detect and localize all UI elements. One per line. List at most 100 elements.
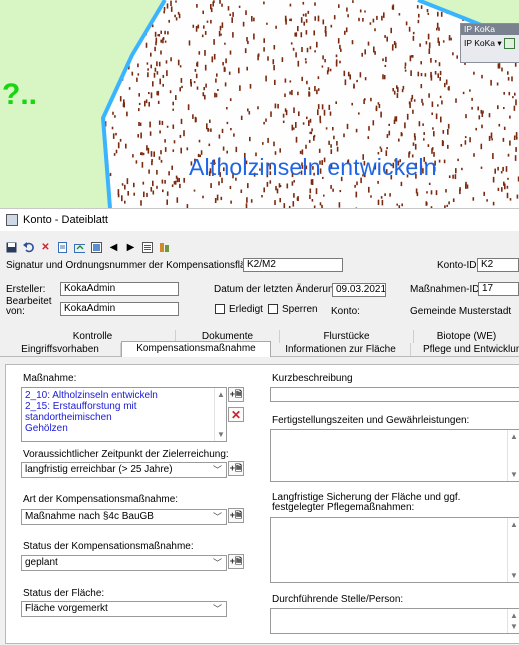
list-item[interactable]: Gehölzen [25, 423, 212, 434]
hatch-mark [390, 28, 392, 33]
scroll-down-icon[interactable]: ▼ [510, 571, 518, 580]
hatch-mark [469, 89, 471, 91]
layer-select[interactable]: IP KoKa ▾ [464, 38, 519, 49]
hatch-mark [401, 182, 403, 186]
undo-icon[interactable] [23, 242, 34, 253]
map-view[interactable]: ?.. Altholzinseln entwickeln IP KoKa IP … [0, 0, 519, 208]
hatch-mark [238, 68, 240, 74]
konto-id-input[interactable]: K2 [477, 258, 519, 272]
fertig-textarea[interactable]: ▲▼ [270, 429, 519, 482]
map-partial-label: ?.. [2, 78, 37, 112]
hatch-mark [363, 99, 365, 104]
ersteller-input[interactable]: KokaAdmin [60, 282, 179, 296]
massnahme-list[interactable]: 2_10: Altholzinseln entwickeln 2_15: Ers… [21, 387, 227, 442]
fertig-scrollbar[interactable]: ▲▼ [507, 430, 519, 481]
hatch-mark [192, 114, 194, 119]
scroll-down-icon[interactable]: ▼ [217, 430, 225, 439]
hatch-mark [170, 57, 172, 61]
remove-massnahme-button[interactable]: ✕ [228, 407, 244, 422]
layer-panel[interactable]: IP KoKa IP KoKa ▾ [460, 23, 519, 63]
chevron-down-icon[interactable]: ﹀ [213, 510, 222, 524]
previous-icon[interactable]: ◀ [108, 242, 119, 253]
chevron-down-icon[interactable]: ﹀ [213, 463, 222, 477]
add-massnahme-button[interactable]: +🗎 [228, 387, 244, 402]
hatch-mark [199, 51, 201, 55]
tab-pflege-entwicklung[interactable]: Pflege und Entwicklun [411, 343, 519, 356]
hatch-mark [205, 65, 207, 71]
hatch-mark [140, 123, 142, 126]
hatch-mark [380, 112, 382, 118]
kurz-input[interactable] [270, 387, 519, 402]
add-art-button[interactable]: +🗎 [228, 508, 244, 523]
hatch-mark [171, 6, 173, 11]
tab-biotope[interactable]: Biotope (WE) [414, 330, 519, 343]
document-icon[interactable] [57, 242, 68, 253]
hatch-mark [257, 106, 259, 109]
lang-textarea[interactable]: ▲▼ [270, 517, 519, 583]
delete-icon[interactable]: ✕ [40, 242, 51, 253]
scroll-down-icon[interactable]: ▼ [510, 470, 518, 479]
hatch-mark [368, 42, 370, 46]
tab-informationen-flaeche[interactable]: Informationen zur Fläche [271, 343, 411, 356]
next-icon[interactable]: ▶ [125, 242, 136, 253]
hatch-mark [507, 19, 509, 22]
layer-edit-icon[interactable] [504, 38, 515, 49]
zeitpunkt-select[interactable]: langfristig erreichbar (> 25 Jahre)﹀ [21, 462, 227, 478]
hatch-mark [137, 134, 139, 137]
massnahmen-id-input[interactable]: 17 [478, 282, 519, 296]
art-select[interactable]: Maßnahme nach §4c BauGB﹀ [21, 509, 227, 525]
hatch-mark [296, 137, 298, 143]
window-titlebar[interactable]: Konto - Dateiblatt [0, 209, 519, 231]
hatch-mark [189, 40, 191, 45]
hatch-mark [515, 155, 517, 161]
signature-input[interactable]: K2/M2 [243, 258, 343, 272]
add-status-button[interactable]: +🗎 [228, 554, 244, 569]
add-zeitpunkt-button[interactable]: +🗎 [228, 461, 244, 476]
tab-kompensationsmassnahme[interactable]: Kompensationsmaßnahme [121, 341, 271, 357]
bearbeitet-input[interactable]: KokaAdmin [60, 302, 179, 316]
settings-icon[interactable] [159, 242, 170, 253]
flaeche-select[interactable]: Fläche vorgemerkt﹀ [21, 601, 227, 617]
list-icon[interactable] [142, 242, 153, 253]
chevron-down-icon[interactable]: ﹀ [213, 556, 222, 570]
hatch-mark [421, 73, 423, 76]
massnahme-list-scrollbar[interactable]: ▲▼ [214, 388, 226, 441]
erledigt-check-box[interactable] [215, 304, 225, 314]
sperren-check-box[interactable] [268, 304, 278, 314]
lang-scrollbar[interactable]: ▲▼ [507, 518, 519, 582]
erledigt-checkbox[interactable]: Erledigt [215, 304, 263, 315]
chevron-down-icon[interactable]: ﹀ [213, 602, 222, 616]
hatch-mark [396, 204, 398, 206]
hatch-mark [216, 93, 218, 97]
hatch-mark [461, 168, 463, 170]
save-icon[interactable] [6, 242, 17, 253]
datum-input[interactable]: 09.03.2021 [332, 283, 386, 297]
durch-scrollbar[interactable]: ▲▼ [507, 609, 519, 633]
hatch-mark [146, 145, 148, 150]
scroll-up-icon[interactable]: ▲ [510, 432, 518, 441]
hatch-mark [352, 40, 354, 44]
scroll-up-icon[interactable]: ▲ [510, 611, 518, 620]
hatch-mark [318, 88, 320, 91]
hatch-mark [136, 160, 138, 163]
export-icon[interactable] [74, 242, 85, 253]
tab-flurstuecke[interactable]: Flurstücke [280, 330, 414, 343]
hatch-mark [196, 4, 198, 8]
list-item[interactable]: 2_15: Erstaufforstung mit standortheimis… [25, 401, 212, 423]
hatch-mark [159, 34, 161, 37]
tab-eingriffsvorhaben[interactable]: Eingriffsvorhaben [0, 343, 121, 356]
hatch-mark [332, 189, 334, 192]
sperren-checkbox[interactable]: Sperren [268, 304, 318, 315]
scroll-up-icon[interactable]: ▲ [510, 520, 518, 529]
hatch-mark [309, 92, 311, 96]
durch-textarea[interactable]: ▲▼ [270, 608, 519, 634]
hatch-mark [507, 186, 509, 189]
hatch-mark [401, 132, 403, 136]
hatch-mark [479, 115, 481, 119]
layers-icon[interactable] [91, 242, 102, 253]
list-item[interactable]: 2_10: Altholzinseln entwickeln [25, 390, 212, 401]
scroll-up-icon[interactable]: ▲ [217, 390, 225, 399]
scroll-down-icon[interactable]: ▼ [510, 622, 518, 631]
status-select[interactable]: geplant﹀ [21, 555, 227, 571]
hatch-mark [112, 112, 114, 115]
